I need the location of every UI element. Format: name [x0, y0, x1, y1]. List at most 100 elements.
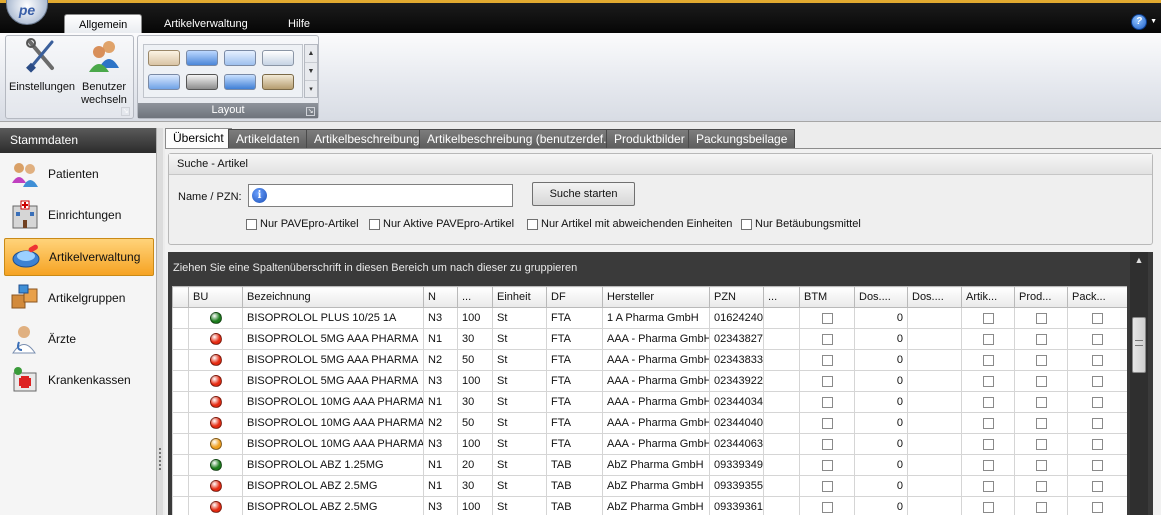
artikel-checkbox[interactable] — [982, 501, 994, 513]
sidebar-item-einrichtungen[interactable]: Einrichtungen — [4, 196, 154, 234]
tab-packungsbeilage[interactable]: Packungsbeilage — [688, 129, 796, 148]
column-header[interactable]: DF — [546, 286, 603, 308]
tab-produktbilder[interactable]: Produktbilder — [606, 129, 693, 148]
gallery-scroll[interactable]: ▲ ▼ ▾ — [304, 44, 318, 98]
artikel-checkbox[interactable] — [982, 312, 994, 324]
artikel-checkbox[interactable] — [982, 480, 994, 492]
dialog-launcher-icon[interactable]: ↘ — [121, 107, 130, 116]
column-header[interactable] — [172, 286, 189, 308]
btm-checkbox[interactable] — [821, 312, 833, 324]
column-header[interactable]: Dos.... — [854, 286, 908, 308]
packung-checkbox[interactable] — [1092, 333, 1103, 345]
artikel-checkbox[interactable] — [982, 438, 994, 450]
packung-checkbox[interactable] — [1092, 459, 1103, 471]
chevron-up-icon[interactable]: ▲ — [305, 45, 317, 63]
column-header[interactable]: ... — [763, 286, 800, 308]
produkt-checkbox[interactable] — [1035, 417, 1047, 429]
packung-checkbox[interactable] — [1092, 417, 1103, 429]
packung-checkbox[interactable] — [1092, 396, 1103, 408]
produkt-checkbox[interactable] — [1035, 333, 1047, 345]
produkt-checkbox[interactable] — [1035, 354, 1047, 366]
gallery-expand-icon[interactable]: ▾ — [305, 81, 317, 99]
switch-user-button[interactable]: Benutzer wechseln — [76, 38, 132, 107]
column-header[interactable]: Pack... — [1067, 286, 1127, 308]
produkt-checkbox[interactable] — [1035, 396, 1047, 408]
btm-checkbox[interactable] — [821, 354, 833, 366]
checkbox-nur-pavepro[interactable]: Nur PAVEpro-Artikel — [246, 218, 359, 230]
artikel-checkbox[interactable] — [982, 354, 994, 366]
layout-swatch[interactable] — [186, 74, 218, 90]
column-header[interactable]: Einheit — [492, 286, 547, 308]
sidebar-item-patienten[interactable]: Patienten — [4, 155, 154, 193]
produkt-checkbox[interactable] — [1035, 375, 1047, 387]
btm-checkbox[interactable] — [821, 396, 833, 408]
table-row[interactable]: BISOPROLOL 5MG AAA PHARMA N3 100 St FTA AAA -… — [172, 370, 1127, 392]
info-icon[interactable]: i — [252, 188, 267, 203]
dialog-launcher-icon[interactable]: ↘ — [306, 107, 315, 116]
btm-checkbox[interactable] — [821, 480, 833, 492]
search-input[interactable]: i — [248, 184, 513, 207]
sidebar-item-artikelverwaltung[interactable]: Artikelverwaltung — [4, 238, 154, 276]
btm-checkbox[interactable] — [821, 501, 833, 513]
table-row[interactable]: BISOPROLOL 10MG AAA PHARMA N2 50 St FTA AAA -… — [172, 412, 1127, 434]
help-icon[interactable]: ? — [1131, 14, 1147, 30]
sidebar-item-aerzte[interactable]: Ärzte — [4, 320, 154, 358]
tab-artikelbeschreibung[interactable]: Artikelbeschreibung — [306, 129, 428, 148]
sidebar-item-krankenkassen[interactable]: Krankenkassen — [4, 361, 154, 399]
btm-checkbox[interactable] — [821, 375, 833, 387]
checkbox-abweichende-einheiten[interactable]: Nur Artikel mit abweichenden Einheiten — [527, 218, 732, 230]
packung-checkbox[interactable] — [1092, 375, 1103, 387]
produkt-checkbox[interactable] — [1035, 480, 1047, 492]
column-header[interactable]: Bezeichnung — [242, 286, 424, 308]
table-row[interactable]: BISOPROLOL 5MG AAA PHARMA N1 30 St FTA AAA - … — [172, 328, 1127, 350]
tab-artikelbeschreibung-benutzerdef[interactable]: Artikelbeschreibung (benutzerdef.) — [419, 129, 619, 148]
packung-checkbox[interactable] — [1092, 480, 1103, 492]
column-header[interactable]: Dos.... — [907, 286, 962, 308]
ribbon-tab-artikelverwaltung[interactable]: Artikelverwaltung — [150, 14, 262, 34]
checkbox-nur-aktive-pavepro[interactable]: Nur Aktive PAVEpro-Artikel — [369, 218, 514, 230]
settings-button[interactable]: Einstellungen — [9, 38, 75, 94]
column-header[interactable]: BU — [188, 286, 243, 308]
checkbox-betaeubungsmittel[interactable]: Nur Betäubungsmittel — [741, 218, 861, 230]
btm-checkbox[interactable] — [821, 333, 833, 345]
vertical-scrollbar[interactable]: ▲ — [1130, 252, 1148, 515]
table-row[interactable]: BISOPROLOL PLUS 10/25 1A N3 100 St FTA 1 A Ph… — [172, 307, 1127, 329]
column-header[interactable]: BTM — [799, 286, 855, 308]
tab-uebersicht[interactable]: Übersicht — [165, 128, 232, 149]
table-row[interactable]: BISOPROLOL 10MG AAA PHARMA N3 100 St FTA AAA … — [172, 433, 1127, 455]
produkt-checkbox[interactable] — [1035, 459, 1047, 471]
column-header[interactable]: N — [423, 286, 458, 308]
table-row[interactable]: BISOPROLOL 10MG AAA PHARMA N1 30 St FTA AAA -… — [172, 391, 1127, 413]
checkbox-box[interactable] — [369, 218, 380, 230]
column-header[interactable]: Hersteller — [602, 286, 710, 308]
table-row[interactable]: BISOPROLOL ABZ 2.5MG N3 100 St TAB AbZ Pharma… — [172, 496, 1127, 515]
artikel-checkbox[interactable] — [982, 375, 994, 387]
packung-checkbox[interactable] — [1092, 501, 1103, 513]
splitter-grip-icon[interactable] — [159, 448, 161, 472]
checkbox-box[interactable] — [246, 218, 257, 230]
produkt-checkbox[interactable] — [1035, 312, 1047, 324]
produkt-checkbox[interactable] — [1035, 438, 1047, 450]
artikel-checkbox[interactable] — [982, 417, 994, 429]
layout-swatch[interactable] — [186, 50, 218, 66]
layout-swatch[interactable] — [224, 50, 256, 66]
btm-checkbox[interactable] — [821, 459, 833, 471]
table-row[interactable]: BISOPROLOL 5MG AAA PHARMA N2 50 St FTA AAA - … — [172, 349, 1127, 371]
layout-swatch[interactable] — [148, 50, 180, 66]
scrollbar-thumb[interactable] — [1132, 317, 1146, 373]
column-header[interactable]: Artik... — [961, 286, 1015, 308]
packung-checkbox[interactable] — [1092, 354, 1103, 366]
sidebar-item-artikelgruppen[interactable]: Artikelgruppen — [4, 279, 154, 317]
search-button[interactable]: Suche starten — [532, 182, 635, 206]
artikel-checkbox[interactable] — [982, 459, 994, 471]
btm-checkbox[interactable] — [821, 438, 833, 450]
chevron-up-icon[interactable]: ▲ — [1130, 252, 1148, 268]
tab-artikeldaten[interactable]: Artikeldaten — [228, 129, 308, 148]
ribbon-tab-hilfe[interactable]: Hilfe — [274, 14, 324, 34]
layout-swatch[interactable] — [224, 74, 256, 90]
application-menu-orb[interactable]: pe — [6, 0, 48, 25]
chevron-down-icon[interactable]: ▼ — [1150, 18, 1157, 25]
btm-checkbox[interactable] — [821, 417, 833, 429]
artikel-checkbox[interactable] — [982, 333, 994, 345]
layout-swatch[interactable] — [262, 50, 294, 66]
